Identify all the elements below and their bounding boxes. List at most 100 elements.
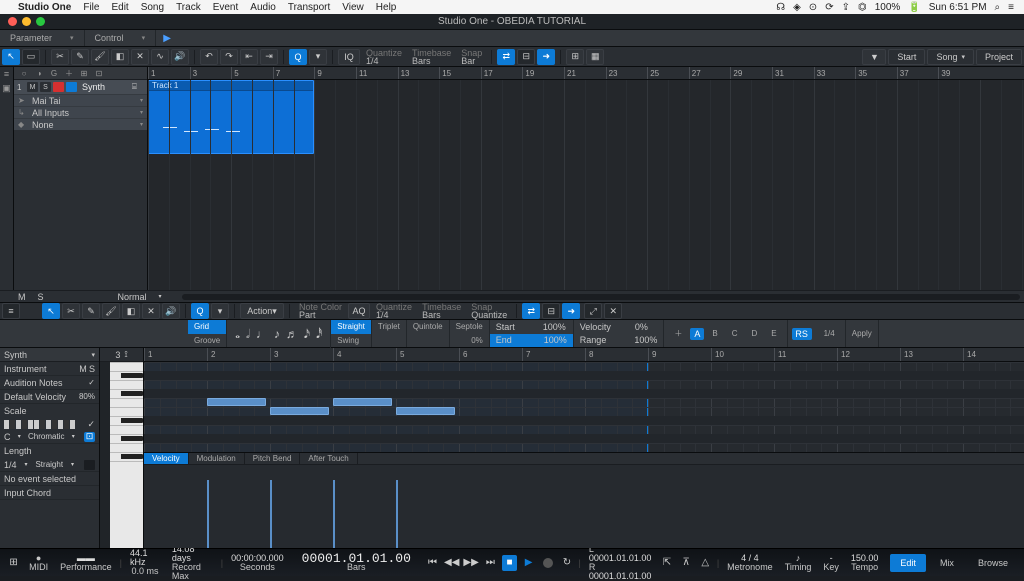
note-grid[interactable] (144, 362, 1024, 452)
preset-a[interactable]: A (690, 328, 704, 340)
menu-track[interactable]: Track (170, 2, 207, 13)
forward-end-button[interactable]: ⏭ (483, 555, 498, 571)
action-menu[interactable]: Action ▾ (240, 303, 284, 319)
record-arm[interactable] (53, 82, 64, 92)
tray-icon[interactable]: ⟳ (821, 2, 837, 13)
length-mode[interactable]: Straight (35, 460, 63, 469)
rewind-button[interactable]: ⏮ (425, 555, 440, 571)
arrow-tool[interactable]: ↖ (2, 49, 20, 65)
ed-link[interactable]: ⊟ (542, 303, 560, 319)
ed-listen-tool[interactable]: 🔊 (162, 303, 180, 319)
battery-icon[interactable]: 🔋 (904, 2, 924, 13)
edit-view-button[interactable]: Edit (890, 554, 926, 572)
scale-lock-icon[interactable]: ⊡ (84, 432, 95, 442)
stop-button[interactable]: ■ (502, 555, 517, 571)
timebase-dropdown[interactable]: TimebaseBars (408, 49, 455, 65)
iq-button[interactable]: IQ (338, 49, 360, 65)
project-page-button[interactable]: Project (976, 49, 1022, 65)
quant-range[interactable]: Range100% (574, 334, 664, 348)
notif-icon[interactable]: ≡ (1004, 2, 1018, 13)
automation-play-icon[interactable]: ▶ (156, 33, 178, 44)
spotlight-icon[interactable]: ⌕ (991, 2, 1005, 13)
dup-track-icon[interactable]: ⊞ (78, 68, 90, 78)
ed-timebase-dropdown[interactable]: TimebaseBars (418, 303, 465, 319)
ed-quantize-dropdown[interactable]: Quantize1/4 (372, 303, 416, 319)
snap-opts[interactable]: ▾ (309, 49, 327, 65)
velocity-tab[interactable]: Velocity (144, 453, 189, 464)
editor-ruler[interactable]: 1234567891011121314 (144, 348, 1024, 362)
scale-root[interactable]: C (4, 432, 11, 442)
bend-tool[interactable]: ∿ (151, 49, 169, 65)
septole-button[interactable]: Septole (450, 320, 489, 334)
bt-icon[interactable]: ⏣ (854, 2, 871, 13)
preroll-icon[interactable]: ⊼ (679, 555, 694, 571)
audition-notes[interactable]: Audition Notes (4, 378, 63, 388)
clock[interactable]: Sun 6:51 PM (925, 2, 991, 13)
length-lock-icon[interactable] (84, 460, 95, 470)
ed-mute-tool[interactable]: ✕ (142, 303, 160, 319)
ed-draw-tool[interactable]: ✎ (82, 303, 100, 319)
ed-erase-tool[interactable]: ◧ (122, 303, 140, 319)
paint-tool[interactable]: 🖌 (91, 49, 109, 65)
wifi-icon[interactable]: ⇪ (838, 2, 854, 13)
start-page-button[interactable]: Start (888, 49, 925, 65)
monitor-button[interactable] (66, 82, 77, 92)
preset-b[interactable]: B (706, 327, 723, 341)
grid-tab[interactable]: Grid (188, 320, 226, 334)
track-name[interactable]: Synth (79, 82, 130, 92)
erase-tool[interactable]: ◧ (111, 49, 129, 65)
ed-split-tool[interactable]: ✂ (62, 303, 80, 319)
ed-snap-dropdown[interactable]: SnapQuantize (467, 303, 511, 319)
ed-snap-opts[interactable]: ▾ (211, 303, 229, 319)
menu-event[interactable]: Event (207, 2, 245, 13)
mix-view-button[interactable]: Mix (930, 554, 964, 572)
note-value-icons[interactable]: 𝅝𝅗𝅥♩♪♬𝅘𝅥𝅯𝅘𝅥𝅰 (227, 320, 331, 348)
play-button[interactable]: ▶ (521, 555, 536, 571)
rs-button[interactable]: RS (792, 328, 812, 340)
menu-file[interactable]: File (77, 2, 105, 13)
menu-studio-one[interactable]: Studio One (12, 2, 77, 13)
ed-arrow-tool[interactable]: ↖ (42, 303, 60, 319)
preset-d[interactable]: D (745, 327, 763, 341)
control-dropdown[interactable]: Control (85, 30, 157, 46)
quant-start[interactable]: Start100% (490, 320, 573, 334)
ripple-edit[interactable]: ⊟ (517, 49, 535, 65)
quant-width[interactable]: 1/4 (818, 327, 841, 341)
automation-mode[interactable]: Normal (118, 292, 147, 302)
arrange-scrollbar[interactable] (182, 294, 1020, 300)
nav-start[interactable]: ⇤ (240, 49, 258, 65)
editor-panel-icon[interactable]: ≡ (2, 303, 20, 319)
piano-zoom-icon[interactable]: ⟟ (124, 349, 127, 360)
split-tool[interactable]: ✂ (51, 49, 69, 65)
global-solo[interactable]: S (38, 292, 44, 302)
nav-end[interactable]: ⇥ (260, 49, 278, 65)
velocity-editor[interactable] (144, 465, 1024, 548)
output-select[interactable]: ◆None▾ (14, 118, 147, 130)
metronome-icon[interactable]: ▼ (862, 49, 886, 65)
ed-follow[interactable]: ➜ (562, 303, 580, 319)
track-synth[interactable]: 1 M S Synth ⌸ ➤Mai Tai▾ ↳All Inputs▾ ◆No… (14, 80, 147, 131)
instrument-icon[interactable]: ⌸ (132, 82, 144, 92)
aftertouch-tab[interactable]: After Touch (300, 453, 357, 464)
quant-velocity[interactable]: Velocity0% (574, 320, 664, 334)
ed-close-icon[interactable]: ✕ (604, 303, 622, 319)
parameter-dropdown[interactable]: Parameter (0, 30, 85, 46)
panel-close-icon[interactable]: ▣ (2, 83, 11, 94)
arranger-button[interactable]: ▦ (586, 49, 604, 65)
ed-paint-tool[interactable]: 🖌 (102, 303, 120, 319)
listen-tool[interactable]: 🔊 (171, 49, 189, 65)
mute-tool[interactable]: ✕ (131, 49, 149, 65)
length-value[interactable]: 1/4 (4, 460, 17, 470)
metronome-icon[interactable]: △ (698, 555, 713, 571)
apply-button[interactable]: Apply (846, 327, 878, 341)
menu-song[interactable]: Song (135, 2, 170, 13)
tray-icon[interactable]: ☊ (772, 2, 789, 13)
tray-icon[interactable]: ⊙ (805, 2, 821, 13)
followsong-toggle[interactable]: ➜ (537, 49, 555, 65)
preset-c[interactable]: C (726, 327, 744, 341)
marker-button[interactable]: ⊞ (566, 49, 584, 65)
solo-button[interactable]: S (40, 82, 51, 92)
groove-tab[interactable]: Groove (188, 334, 226, 348)
loop-start[interactable]: 00001.01.01.00 (589, 553, 652, 563)
aq-button[interactable]: AQ (348, 303, 370, 319)
